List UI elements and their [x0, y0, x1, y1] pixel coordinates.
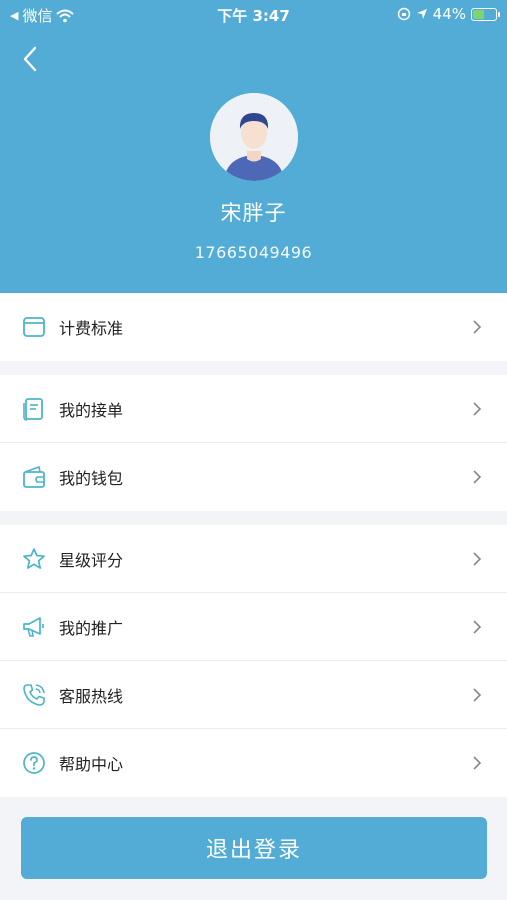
location-icon	[416, 9, 427, 19]
menu-item-my-orders[interactable]: 我的接单	[0, 375, 507, 443]
status-right: 44%	[397, 5, 500, 23]
battery-icon	[471, 7, 500, 21]
billing-icon	[20, 313, 48, 341]
help-icon	[20, 749, 48, 777]
logout-button[interactable]: 退出登录	[21, 817, 487, 879]
chevron-right-icon	[473, 687, 482, 702]
menu-label: 帮助中心	[59, 755, 124, 774]
menu-label: 计费标准	[59, 319, 124, 338]
menu-group-orders: 我的接单 我的钱包	[0, 375, 507, 511]
chevron-right-icon	[473, 401, 482, 416]
back-button[interactable]	[18, 44, 44, 74]
menu-label: 我的推广	[59, 618, 124, 638]
menu-label: 客服热线	[59, 686, 124, 706]
menu-group-billing: 计费标准	[0, 293, 507, 361]
menu-label: 我的接单	[59, 400, 124, 420]
chevron-right-icon	[473, 551, 482, 566]
user-phone: 17665049496	[194, 243, 313, 262]
menu-item-customer-hotline[interactable]: 客服热线	[0, 661, 507, 729]
orders-icon	[20, 395, 48, 423]
status-bar: ◀ 微信 下午 3:47 44%	[0, 0, 507, 30]
chevron-right-icon	[473, 756, 482, 770]
chevron-right-icon	[473, 320, 482, 334]
wallet-icon	[20, 463, 48, 491]
menu-label: 星级评分	[59, 550, 124, 570]
chevron-right-icon	[473, 470, 482, 484]
battery-percent: 44%	[432, 5, 466, 23]
menu-item-star-rating[interactable]: 星级评分	[0, 525, 507, 593]
menu-item-help-center[interactable]: 帮助中心	[0, 729, 507, 797]
menu-item-billing-standard[interactable]: 计费标准	[0, 293, 507, 361]
star-icon	[20, 545, 48, 573]
chevron-right-icon	[473, 619, 482, 634]
lock-rotation-icon	[397, 7, 410, 21]
megaphone-icon	[20, 613, 48, 641]
avatar[interactable]	[210, 93, 298, 181]
menu-label: 我的钱包	[59, 469, 124, 488]
menu-item-my-promotion[interactable]: 我的推广	[0, 593, 507, 661]
phone-icon	[20, 681, 48, 709]
user-name: 宋胖子	[220, 201, 287, 225]
user-avatar-icon	[210, 93, 298, 181]
menu-item-my-wallet[interactable]: 我的钱包	[0, 443, 507, 511]
profile-header: ◀ 微信 下午 3:47 44% 宋胖子 17665049496	[0, 0, 507, 293]
menu-group-services: 星级评分 我的推广 客服热线 帮助中心	[0, 525, 507, 797]
